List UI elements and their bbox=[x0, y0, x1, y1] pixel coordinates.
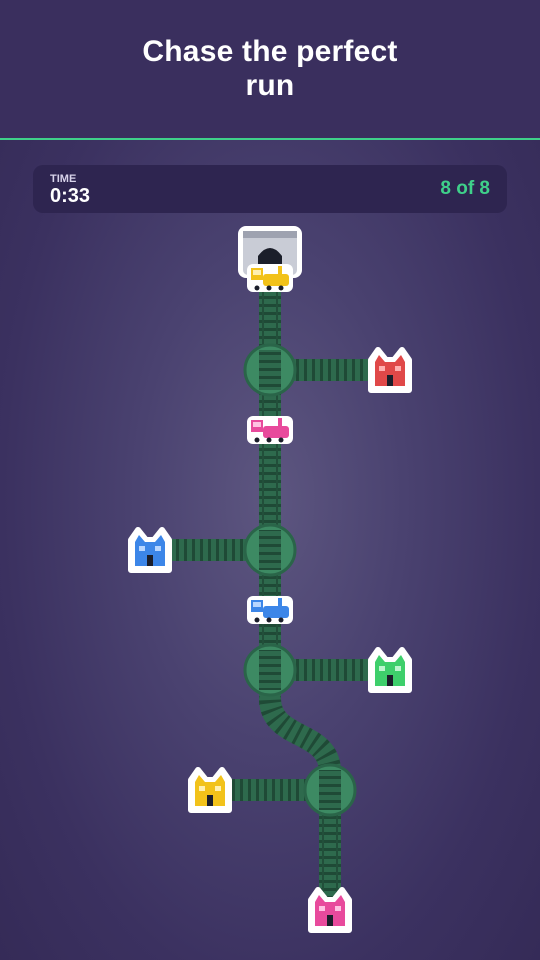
switch-4[interactable] bbox=[303, 763, 357, 817]
switch-1[interactable] bbox=[243, 343, 297, 397]
branch-red bbox=[290, 359, 370, 381]
game-board bbox=[128, 226, 412, 933]
pink-train-icon bbox=[247, 416, 293, 444]
blue-train-icon bbox=[247, 596, 293, 624]
switch-3[interactable] bbox=[243, 643, 297, 697]
branch-yellow bbox=[228, 779, 310, 801]
branch-blue bbox=[168, 539, 250, 561]
yellow-train-icon bbox=[247, 264, 293, 292]
branch-green bbox=[290, 659, 370, 681]
yellow-station-icon bbox=[188, 767, 232, 813]
switch-2[interactable] bbox=[243, 523, 297, 577]
green-station-icon bbox=[368, 647, 412, 693]
red-station-icon bbox=[368, 347, 412, 393]
blue-station-icon bbox=[128, 527, 172, 573]
